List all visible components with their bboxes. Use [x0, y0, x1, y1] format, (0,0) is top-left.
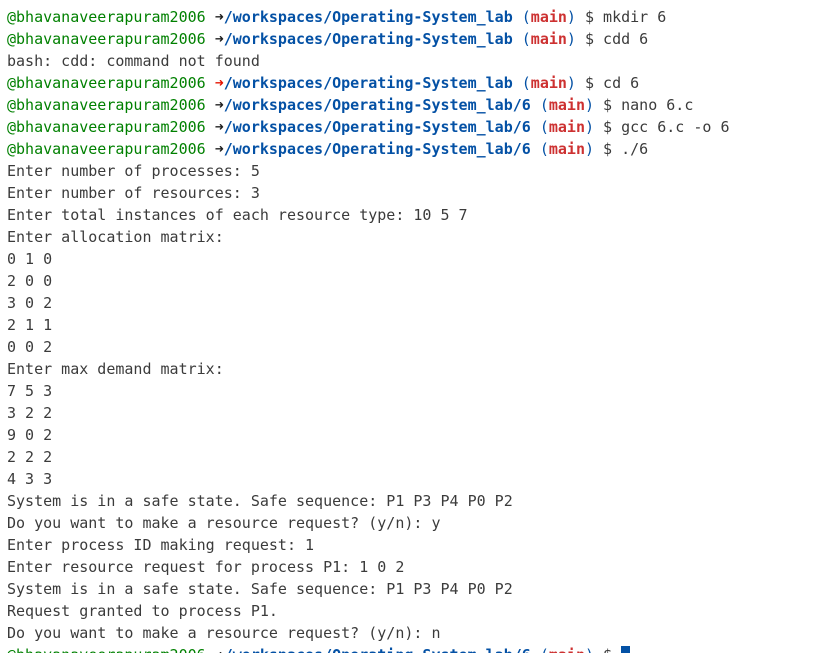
- prompt-branch-open: (: [540, 646, 549, 653]
- prompt-branch: main: [530, 74, 567, 92]
- prompt-user: @bhavanaveerapuram2006: [7, 140, 206, 158]
- prompt-path: /workspaces/Operating-System_lab/6: [224, 646, 531, 653]
- prompt-dollar: $: [603, 96, 613, 114]
- prompt-line: @bhavanaveerapuram2006 ➜/workspaces/Oper…: [7, 644, 830, 653]
- prompt-branch-open: (: [521, 30, 531, 48]
- prompt-line: @bhavanaveerapuram2006 ➜/workspaces/Oper…: [7, 116, 830, 138]
- prompt-branch-close: ): [566, 8, 576, 26]
- output-line: Request granted to process P1.: [7, 602, 278, 620]
- prompt-user: @bhavanaveerapuram2006: [7, 646, 206, 653]
- prompt-branch: main: [530, 30, 567, 48]
- prompt-user: @bhavanaveerapuram2006: [7, 96, 206, 114]
- output-line: 3 2 2: [7, 404, 53, 422]
- prompt-arrow-icon: ➜: [214, 74, 224, 92]
- prompt-arrow-icon: ➜: [214, 118, 224, 136]
- terminal-cursor[interactable]: [621, 646, 631, 653]
- prompt-dollar: $: [584, 8, 595, 26]
- output-line: bash: cdd: command not found: [7, 52, 260, 70]
- prompt-branch-close: ): [566, 30, 576, 48]
- prompt-branch-close: ): [584, 140, 595, 158]
- prompt-path: /workspaces/Operating-System_lab/6: [223, 140, 531, 158]
- output-line: Enter total instances of each resource t…: [7, 206, 468, 224]
- prompt-branch: main: [530, 8, 567, 26]
- prompt-branch: main: [549, 646, 585, 653]
- prompt-branch-close: ): [585, 646, 594, 653]
- output-line: Do you want to make a resource request? …: [7, 624, 441, 642]
- prompt-path: /workspaces/Operating-System_lab: [223, 30, 513, 48]
- output-line: Enter number of resources: 3: [7, 184, 260, 202]
- output-line: 3 0 2: [7, 294, 53, 312]
- output-line: 0 1 0: [7, 250, 53, 268]
- command-text: mkdir 6: [603, 8, 667, 26]
- command-text: ./6: [621, 140, 649, 158]
- prompt-user: @bhavanaveerapuram2006: [7, 118, 206, 136]
- output-line: Enter process ID making request: 1: [7, 536, 315, 554]
- prompt-branch-open: (: [521, 8, 531, 26]
- prompt-arrow-icon: ➜: [214, 30, 224, 48]
- prompt-branch-open: (: [521, 74, 531, 92]
- prompt-branch-close: ): [584, 96, 595, 114]
- prompt-branch: main: [548, 96, 585, 114]
- prompt-arrow-icon: ➜: [214, 96, 224, 114]
- output-line: 7 5 3: [7, 382, 53, 400]
- output-line: 2 2 2: [7, 448, 53, 466]
- prompt-line: @bhavanaveerapuram2006 ➜/workspaces/Oper…: [7, 6, 830, 28]
- prompt-branch-close: ): [584, 118, 595, 136]
- prompt-arrow-icon: ➜: [214, 8, 224, 26]
- terminal-output: @bhavanaveerapuram2006 ➜/workspaces/Oper…: [0, 0, 830, 653]
- prompt-branch: main: [548, 140, 585, 158]
- prompt-user: @bhavanaveerapuram2006: [7, 30, 206, 48]
- output-line: System is in a safe state. Safe sequence…: [7, 580, 513, 598]
- prompt-arrow-icon: ➜: [215, 646, 224, 653]
- prompt-arrow-icon: ➜: [214, 140, 224, 158]
- output-line: 4 3 3: [7, 470, 53, 488]
- command-text: nano 6.c: [621, 96, 694, 114]
- prompt-dollar: $: [603, 646, 612, 653]
- output-line: 2 1 1: [7, 316, 53, 334]
- prompt-branch-close: ): [566, 74, 576, 92]
- command-text: cdd 6: [603, 30, 649, 48]
- terminal-window[interactable]: @bhavanaveerapuram2006 ➜/workspaces/Oper…: [0, 0, 830, 653]
- command-text: cd 6: [603, 74, 640, 92]
- prompt-branch-open: (: [539, 96, 549, 114]
- prompt-dollar: $: [584, 74, 595, 92]
- prompt-line: @bhavanaveerapuram2006 ➜/workspaces/Oper…: [7, 28, 830, 50]
- output-line: Enter max demand matrix:: [7, 360, 224, 378]
- prompt-branch-open: (: [539, 140, 549, 158]
- prompt-path: /workspaces/Operating-System_lab: [223, 74, 513, 92]
- prompt-path: /workspaces/Operating-System_lab/6: [223, 118, 531, 136]
- prompt-line: @bhavanaveerapuram2006 ➜/workspaces/Oper…: [7, 138, 830, 160]
- output-line: 2 0 0: [7, 272, 53, 290]
- output-line: System is in a safe state. Safe sequence…: [7, 492, 513, 510]
- output-line: 9 0 2: [7, 426, 53, 444]
- prompt-branch: main: [548, 118, 585, 136]
- prompt-dollar: $: [603, 140, 613, 158]
- prompt-path: /workspaces/Operating-System_lab: [223, 8, 513, 26]
- prompt-path: /workspaces/Operating-System_lab/6: [223, 96, 531, 114]
- output-line: Enter allocation matrix:: [7, 228, 224, 246]
- prompt-dollar: $: [584, 30, 595, 48]
- output-line: Enter resource request for process P1: 1…: [7, 558, 405, 576]
- prompt-line: @bhavanaveerapuram2006 ➜/workspaces/Oper…: [7, 72, 830, 94]
- prompt-dollar: $: [603, 118, 613, 136]
- output-line: Enter number of processes: 5: [7, 162, 260, 180]
- prompt-user: @bhavanaveerapuram2006: [7, 8, 206, 26]
- command-text: gcc 6.c -o 6: [621, 118, 730, 136]
- prompt-user: @bhavanaveerapuram2006: [7, 74, 206, 92]
- output-line: Do you want to make a resource request? …: [7, 514, 441, 532]
- output-line: 0 0 2: [7, 338, 53, 356]
- prompt-branch-open: (: [539, 118, 549, 136]
- prompt-line: @bhavanaveerapuram2006 ➜/workspaces/Oper…: [7, 94, 830, 116]
